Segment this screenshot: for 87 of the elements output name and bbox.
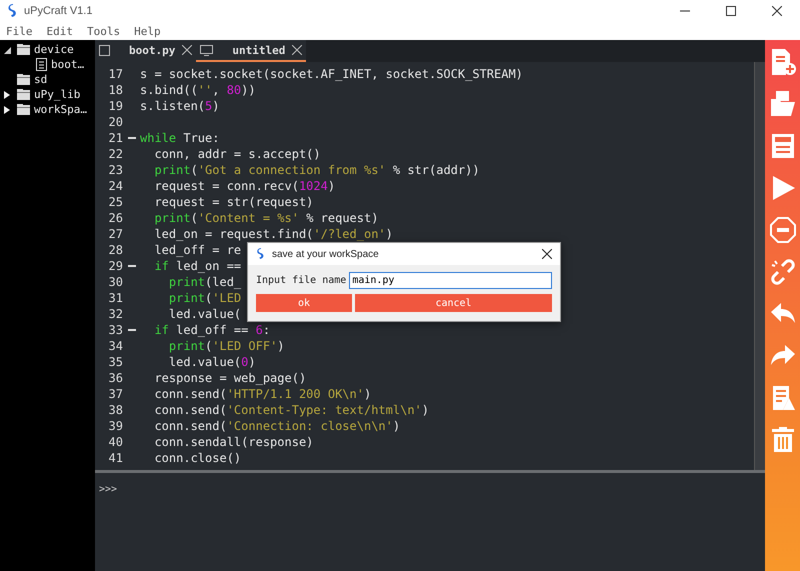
folder-icon <box>17 74 30 85</box>
line-number: 30 <box>108 275 123 289</box>
code-line: conn.send('Connection: close\n\n') <box>153 419 400 433</box>
line-number: 37 <box>108 387 123 401</box>
line-number: 25 <box>108 195 123 209</box>
window-title: uPyCraft V1.1 <box>24 5 92 17</box>
line-number: 31 <box>108 291 123 305</box>
code-line: print(led_ <box>168 275 242 289</box>
line-number: 26 <box>108 211 123 225</box>
menu-item[interactable]: Help <box>134 24 161 38</box>
scrollbar[interactable] <box>754 62 765 470</box>
menu-item[interactable]: File <box>6 24 32 38</box>
editor-tab[interactable]: boot.py <box>95 40 196 62</box>
line-number: 17 <box>108 67 123 81</box>
code-line: s.listen(5) <box>140 99 220 113</box>
line-number: 36 <box>108 371 123 385</box>
trash-icon[interactable] <box>770 426 796 454</box>
code-line: led_off = re <box>153 243 242 257</box>
line-number: 32 <box>108 307 123 321</box>
square-icon <box>99 44 110 56</box>
line-number: 33 <box>108 323 123 337</box>
field-label: Input file name <box>256 275 346 286</box>
folder-icon <box>17 44 30 55</box>
file-icon <box>36 58 47 71</box>
line-number: 21 <box>108 131 123 145</box>
folder-icon[interactable] <box>770 90 796 118</box>
line-number: 35 <box>108 355 123 369</box>
menu-item[interactable]: Edit <box>46 24 73 38</box>
code-line: print('Got a connection from %s' % str(addr)) <box>153 163 480 177</box>
folder-icon <box>17 104 30 115</box>
dialog-title: save at your workSpace <box>272 248 379 260</box>
code-line: print('Content = %s' % request) <box>153 211 378 225</box>
line-number: 34 <box>108 339 123 353</box>
maximize-icon[interactable] <box>726 6 736 16</box>
code-line: s.bind(('', 80)) <box>140 83 256 97</box>
code-line: if led_off == 6: <box>153 323 270 337</box>
app-logo-icon <box>7 4 19 18</box>
code-line: request = str(request) <box>153 195 314 209</box>
tree-item[interactable]: uPy_lib <box>34 88 80 101</box>
line-number: 22 <box>108 147 123 161</box>
code-line: conn.sendall(response) <box>153 435 314 449</box>
code-line: conn.close() <box>153 451 242 465</box>
code-line: led.value(0) <box>168 355 256 369</box>
code-line: led_on = request.find('/?led_on') <box>153 227 393 241</box>
code-line: conn, addr = s.accept() <box>153 147 321 161</box>
tree-item[interactable]: workSpa… <box>34 103 87 116</box>
app-logo-icon <box>256 248 266 260</box>
folder-icon <box>17 89 30 100</box>
close-icon[interactable] <box>182 45 192 55</box>
floppy-icon[interactable] <box>770 132 796 160</box>
line-number: 28 <box>108 243 123 257</box>
line-number: 41 <box>108 451 123 465</box>
close-icon[interactable] <box>772 6 782 16</box>
code-line: if led_on == <box>153 259 242 273</box>
line-number: 40 <box>108 435 123 449</box>
line-number: 19 <box>108 99 123 113</box>
monitor-icon <box>200 44 214 56</box>
menu-item[interactable]: Tools <box>87 24 120 38</box>
line-number: 27 <box>108 227 123 241</box>
code-line: s = socket.socket(socket.AF_INET, socket.SOCK_STREAM) <box>140 67 523 81</box>
close-icon[interactable] <box>542 249 552 259</box>
code-line: conn.send('Content-Type: text/html\n') <box>153 403 430 417</box>
line-number: 20 <box>108 115 123 129</box>
broken-link-icon[interactable] <box>770 258 796 286</box>
tree-item[interactable]: boot… <box>51 58 84 71</box>
line-number: 23 <box>108 163 123 177</box>
editor-tab[interactable]: untitled <box>196 40 306 62</box>
expanded-arrow-icon[interactable] <box>4 46 11 54</box>
tree-item[interactable]: device <box>34 43 74 56</box>
code-line: conn.send('HTTP/1.1 200 OK\n') <box>153 387 372 401</box>
code-line: response = web_page() <box>153 371 306 385</box>
new-file-icon[interactable] <box>770 48 796 76</box>
line-number: 29 <box>108 259 123 273</box>
code-line: print('LED <box>168 291 242 305</box>
line-number: 38 <box>108 403 123 417</box>
stop-sign-icon[interactable] <box>770 216 796 244</box>
file-name-field[interactable]: main.py <box>349 272 552 289</box>
tree-item[interactable]: sd <box>34 73 48 86</box>
code-line: led.value( <box>168 307 242 321</box>
code-line: request = conn.recv(1024) <box>153 179 336 193</box>
line-number: 39 <box>108 419 123 433</box>
code-line: while True: <box>140 131 220 145</box>
line-number: 24 <box>108 179 123 193</box>
code-line: print('LED OFF') <box>168 339 285 353</box>
close-icon[interactable] <box>292 45 302 55</box>
line-number: 18 <box>108 83 123 97</box>
shell-prompt: >>> <box>99 484 118 495</box>
